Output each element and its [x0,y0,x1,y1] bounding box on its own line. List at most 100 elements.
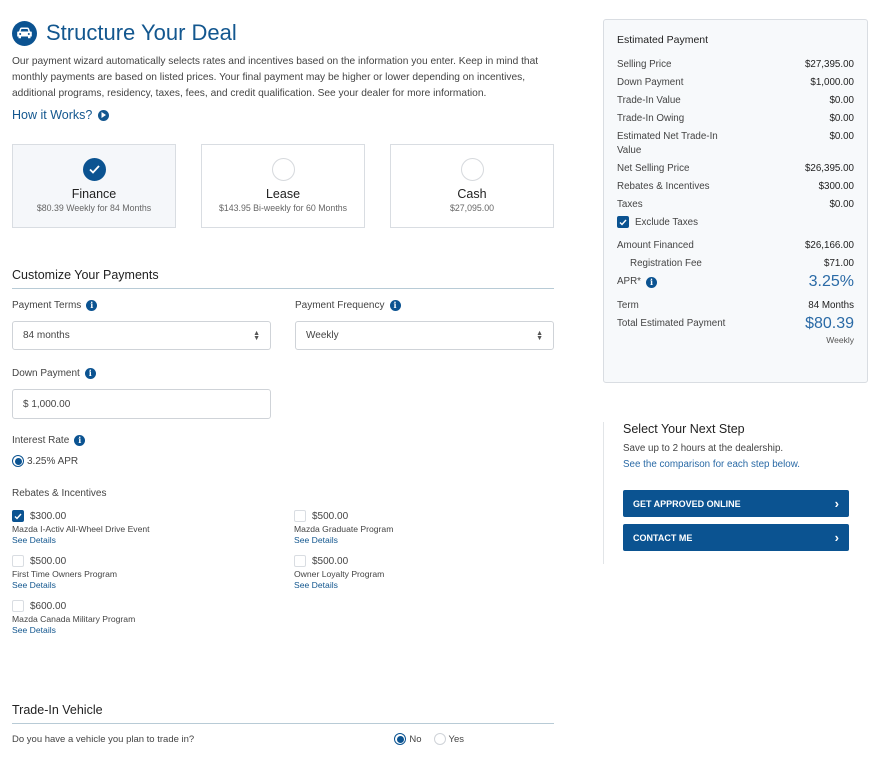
payment-type-cards: Finance $80.39 Weekly for 84 Months Leas… [12,144,554,228]
down-payment-label: Down Payment [12,367,80,379]
rebate-checkbox[interactable] [294,555,306,567]
info-icon[interactable]: i [84,367,96,379]
next-step-title: Select Your Next Step [623,422,745,436]
selling-price-row: Selling Price $27,395.00 [617,58,854,72]
label: Rebates & Incentives [617,181,710,192]
unchecked-circle-icon [271,158,295,181]
rebate-checkbox[interactable] [294,510,306,522]
label: Total Estimated Payment [617,318,726,329]
card-title: Finance [71,187,117,201]
see-details-link[interactable]: See Details [12,535,294,545]
rebates-row: Rebates & Incentives $300.00 [617,180,854,194]
registration-fee-row: Registration Fee $71.00 [617,257,854,271]
play-icon [98,109,110,121]
label: Estimated Net Trade-In Value [617,131,718,156]
total-value: $80.39 [805,315,854,332]
net-selling-price-row: Net Selling Price $26,395.00 [617,162,854,176]
payment-frequency-select[interactable]: Weekly ▲ ▼ [295,321,554,350]
value: $300.00 [818,181,854,192]
see-details-link[interactable]: See Details [12,580,294,590]
see-details-link[interactable]: See Details [12,625,294,635]
car-icon [12,20,37,46]
get-approved-button[interactable]: GET APPROVED ONLINE › [623,490,849,517]
customize-section: Customize Your Payments Payment Terms i 8… [12,268,554,467]
exclude-taxes-label: Exclude Taxes [635,216,698,228]
rebate-checkbox[interactable] [12,510,24,522]
see-details-link[interactable]: See Details [294,535,554,545]
apr-value: 3.25% [808,273,854,290]
button-label: CONTACT ME [633,532,693,543]
label: Amount Financed [617,240,694,251]
info-icon[interactable]: i [645,276,657,288]
how-it-works-link[interactable]: How it Works? [12,108,554,122]
comparison-link[interactable]: See the comparison for each step below. [623,459,868,470]
info-icon[interactable]: i [389,299,401,311]
info-icon[interactable]: i [74,434,86,446]
card-title: Lease [265,187,301,201]
rebate-amount: $500.00 [312,510,349,522]
intro-text: Our payment wizard automatically selects… [12,56,539,99]
exclude-taxes-checkbox[interactable]: Exclude Taxes [617,216,854,228]
unchecked-circle-icon [460,158,484,181]
check-icon [82,158,106,181]
card-subtitle: $27,095.00 [449,203,495,213]
trade-in-no-radio[interactable]: No [394,733,422,745]
label: Selling Price [617,59,672,70]
sort-arrows-icon: ▲ ▼ [536,329,543,342]
cash-card[interactable]: Cash $27,095.00 [390,144,554,228]
value: $27,395.00 [804,59,854,70]
see-details-link[interactable]: See Details [294,580,554,590]
panel-title: Estimated Payment [617,34,709,46]
value: $0.00 [829,131,854,142]
interest-rate-option[interactable]: 3.25% APR [12,455,554,467]
estimated-payment-panel: Estimated Payment Selling Price $27,395.0… [603,19,868,383]
rebate-amount: $500.00 [30,555,67,567]
card-subtitle: $80.39 Weekly for 84 Months [36,203,152,213]
card-subtitle: $143.95 Bi-weekly for 60 Months [218,203,348,213]
trade-in-owing-row: Trade-In Owing $0.00 [617,112,854,126]
payment-terms-label: Payment Terms [12,299,82,311]
value: $1,000.00 [810,77,854,88]
interest-rate-value: 3.25% APR [27,455,79,467]
rebate-name: Mazda Graduate Program [294,524,394,534]
label: Trade-In Owing [617,113,685,124]
header: Structure Your Deal [12,18,554,48]
rebate-name: Owner Loyalty Program [294,569,385,579]
value: $0.00 [829,95,854,106]
net-trade-in-row: Estimated Net Trade-In Value $0.00 [617,130,854,158]
label: Net Selling Price [617,163,690,174]
no-label: No [409,733,422,745]
rebate-name: Mazda I-Activ All-Wheel Drive Event [12,524,150,534]
chevron-right-icon: › [834,496,839,511]
apr-row: APR* i 3.25% [617,273,854,290]
next-step-subtitle: Save up to 2 hours at the dealership. [623,443,784,454]
value: $26,395.00 [804,163,854,174]
interest-rate-label: Interest Rate [12,434,70,446]
down-payment-input[interactable]: $ 1,000.00 [12,389,271,419]
taxes-row: Taxes $0.00 [617,198,854,212]
trade-in-title: Trade-In Vehicle [12,703,554,724]
value: $0.00 [829,199,854,210]
rebate-checkbox[interactable] [12,600,24,612]
label: Trade-In Value [617,95,681,106]
trade-in-yes-radio[interactable]: Yes [433,733,464,745]
trade-in-value-row: Trade-In Value $0.00 [617,94,854,108]
card-title: Cash [457,187,487,201]
info-icon[interactable]: i [86,299,98,311]
payment-terms-select[interactable]: 84 months ▲ ▼ [12,321,271,350]
rebate-checkbox[interactable] [12,555,24,567]
label: APR* [617,276,641,287]
rebate-item: $500.00 Owner Loyalty Program See Detail… [294,555,554,590]
rebates-section: Rebates & Incentives $300.00 Mazda I-Act… [12,486,554,635]
value: 84 Months [808,300,854,311]
rebate-item: $300.00 Mazda I-Activ All-Wheel Drive Ev… [12,510,294,545]
contact-me-button[interactable]: CONTACT ME › [623,524,849,551]
lease-card[interactable]: Lease $143.95 Bi-weekly for 60 Months [201,144,365,228]
label: Down Payment [617,77,684,88]
label: Registration Fee [630,258,702,269]
finance-card[interactable]: Finance $80.39 Weekly for 84 Months [12,144,176,228]
button-label: GET APPROVED ONLINE [633,498,741,509]
down-payment-value: $ 1,000.00 [23,398,71,410]
rebate-amount: $600.00 [30,600,67,612]
payment-terms-value: 84 months [23,330,70,341]
